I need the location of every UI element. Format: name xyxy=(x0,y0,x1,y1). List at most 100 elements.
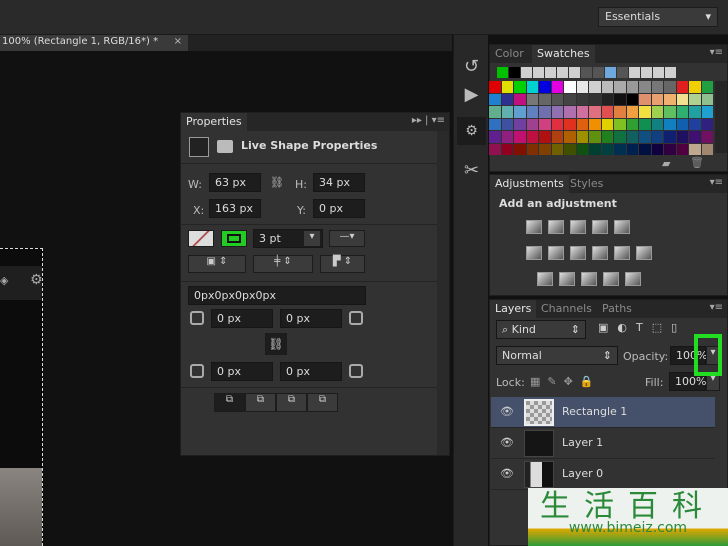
swatch[interactable] xyxy=(514,131,526,143)
swatch[interactable] xyxy=(564,106,576,118)
swatch[interactable] xyxy=(653,67,664,78)
posterize-icon[interactable] xyxy=(559,272,575,286)
swatch[interactable] xyxy=(601,93,613,105)
swatch[interactable] xyxy=(651,81,663,93)
swatch[interactable] xyxy=(689,143,701,155)
new-swatch-icon[interactable]: ▰ xyxy=(662,157,670,170)
stroke-color-button[interactable] xyxy=(221,230,247,247)
swatch[interactable] xyxy=(581,67,592,78)
link-corners-icon[interactable]: ⛓ xyxy=(265,333,287,355)
path-intersect-button[interactable]: ⧉ xyxy=(276,393,307,412)
swatch[interactable] xyxy=(664,81,676,93)
swatch[interactable] xyxy=(701,131,713,143)
levels-icon[interactable] xyxy=(548,220,564,234)
swatch[interactable] xyxy=(539,118,551,130)
swatch[interactable] xyxy=(676,93,688,105)
actions-play-icon[interactable]: ▶ xyxy=(457,81,486,109)
swatch[interactable] xyxy=(539,143,551,155)
swatch[interactable] xyxy=(539,131,551,143)
shape-icon[interactable] xyxy=(189,137,209,157)
swatch[interactable] xyxy=(626,118,638,130)
swatch[interactable] xyxy=(626,131,638,143)
panel-menu-icon[interactable]: ▸▸ | ▾≡ xyxy=(412,115,445,126)
swatch[interactable] xyxy=(664,106,676,118)
swatch[interactable] xyxy=(489,106,501,118)
swatch[interactable] xyxy=(601,106,613,118)
color-lookup-icon[interactable] xyxy=(636,246,652,260)
swatch[interactable] xyxy=(514,81,526,93)
swatch[interactable] xyxy=(639,143,651,155)
swatch[interactable] xyxy=(576,93,588,105)
swatch[interactable] xyxy=(614,81,626,93)
swatch[interactable] xyxy=(564,118,576,130)
swatch[interactable] xyxy=(676,143,688,155)
swatch[interactable] xyxy=(489,131,501,143)
swatch[interactable] xyxy=(651,131,663,143)
swatch[interactable] xyxy=(489,93,501,105)
mask-icon[interactable] xyxy=(217,140,233,153)
blend-mode-dropdown[interactable]: Normal ⇕ xyxy=(496,346,618,365)
swatch[interactable] xyxy=(526,93,538,105)
layer-row[interactable]: 👁 Rectangle 1 xyxy=(491,397,715,428)
tab-paths[interactable]: Paths xyxy=(597,300,637,318)
swatch[interactable] xyxy=(614,106,626,118)
swatch[interactable] xyxy=(651,106,663,118)
tab-color[interactable]: Color xyxy=(490,45,529,63)
swatch[interactable] xyxy=(539,81,551,93)
swatch[interactable] xyxy=(639,93,651,105)
swatch[interactable] xyxy=(651,93,663,105)
swatch[interactable] xyxy=(501,93,513,105)
panel-menu-icon[interactable]: ▾≡ xyxy=(710,47,723,58)
swatch[interactable] xyxy=(664,118,676,130)
swatch[interactable] xyxy=(601,118,613,130)
tab-swatches[interactable]: Swatches xyxy=(532,45,595,63)
swatch[interactable] xyxy=(489,118,501,130)
swatch[interactable] xyxy=(689,131,701,143)
trash-icon[interactable]: 🗑 xyxy=(690,156,704,169)
black-white-icon[interactable] xyxy=(570,246,586,260)
swatch[interactable] xyxy=(651,143,663,155)
swatch[interactable] xyxy=(514,118,526,130)
swatch[interactable] xyxy=(589,106,601,118)
swatch[interactable] xyxy=(614,143,626,155)
hue-saturation-icon[interactable] xyxy=(526,246,542,260)
brightness-icon[interactable] xyxy=(526,220,542,234)
swatch[interactable] xyxy=(617,67,628,78)
swatch[interactable] xyxy=(564,131,576,143)
swatch[interactable] xyxy=(626,143,638,155)
swatches-scrollbar[interactable] xyxy=(715,81,727,153)
swatch[interactable] xyxy=(614,118,626,130)
stroke-align-dropdown[interactable]: ▣ ⇕ xyxy=(188,255,246,273)
channel-mixer-icon[interactable] xyxy=(614,246,630,260)
swatch[interactable] xyxy=(614,93,626,105)
layer-filter-dropdown[interactable]: ⌕ Kind ⇕ xyxy=(496,320,586,339)
swatch[interactable] xyxy=(514,106,526,118)
chevron-down-icon[interactable]: ▾ xyxy=(303,230,321,247)
curves-icon[interactable] xyxy=(570,220,586,234)
swatch[interactable] xyxy=(626,81,638,93)
swatch[interactable] xyxy=(601,131,613,143)
photo-filter-icon[interactable] xyxy=(592,246,608,260)
swatch[interactable] xyxy=(676,81,688,93)
swatch[interactable] xyxy=(589,143,601,155)
swatch[interactable] xyxy=(501,118,513,130)
swatch[interactable] xyxy=(521,67,532,78)
swatch[interactable] xyxy=(576,118,588,130)
swatch[interactable] xyxy=(701,143,713,155)
swatch[interactable] xyxy=(639,131,651,143)
swatch[interactable] xyxy=(514,143,526,155)
tab-styles[interactable]: Styles xyxy=(565,175,608,193)
swatch[interactable] xyxy=(509,67,520,78)
corner-tr-input[interactable]: 0 px xyxy=(280,309,342,328)
swatch[interactable] xyxy=(689,93,701,105)
swatch[interactable] xyxy=(664,93,676,105)
stroke-type-dropdown[interactable]: —▾ xyxy=(329,230,365,247)
swatch[interactable] xyxy=(526,131,538,143)
swatch[interactable] xyxy=(701,81,713,93)
x-input[interactable]: 163 px xyxy=(209,199,261,218)
swatch[interactable] xyxy=(601,143,613,155)
swatch[interactable] xyxy=(576,131,588,143)
swatch[interactable] xyxy=(551,81,563,93)
swatch[interactable] xyxy=(564,93,576,105)
link-icon[interactable]: ⛓ xyxy=(270,176,284,189)
